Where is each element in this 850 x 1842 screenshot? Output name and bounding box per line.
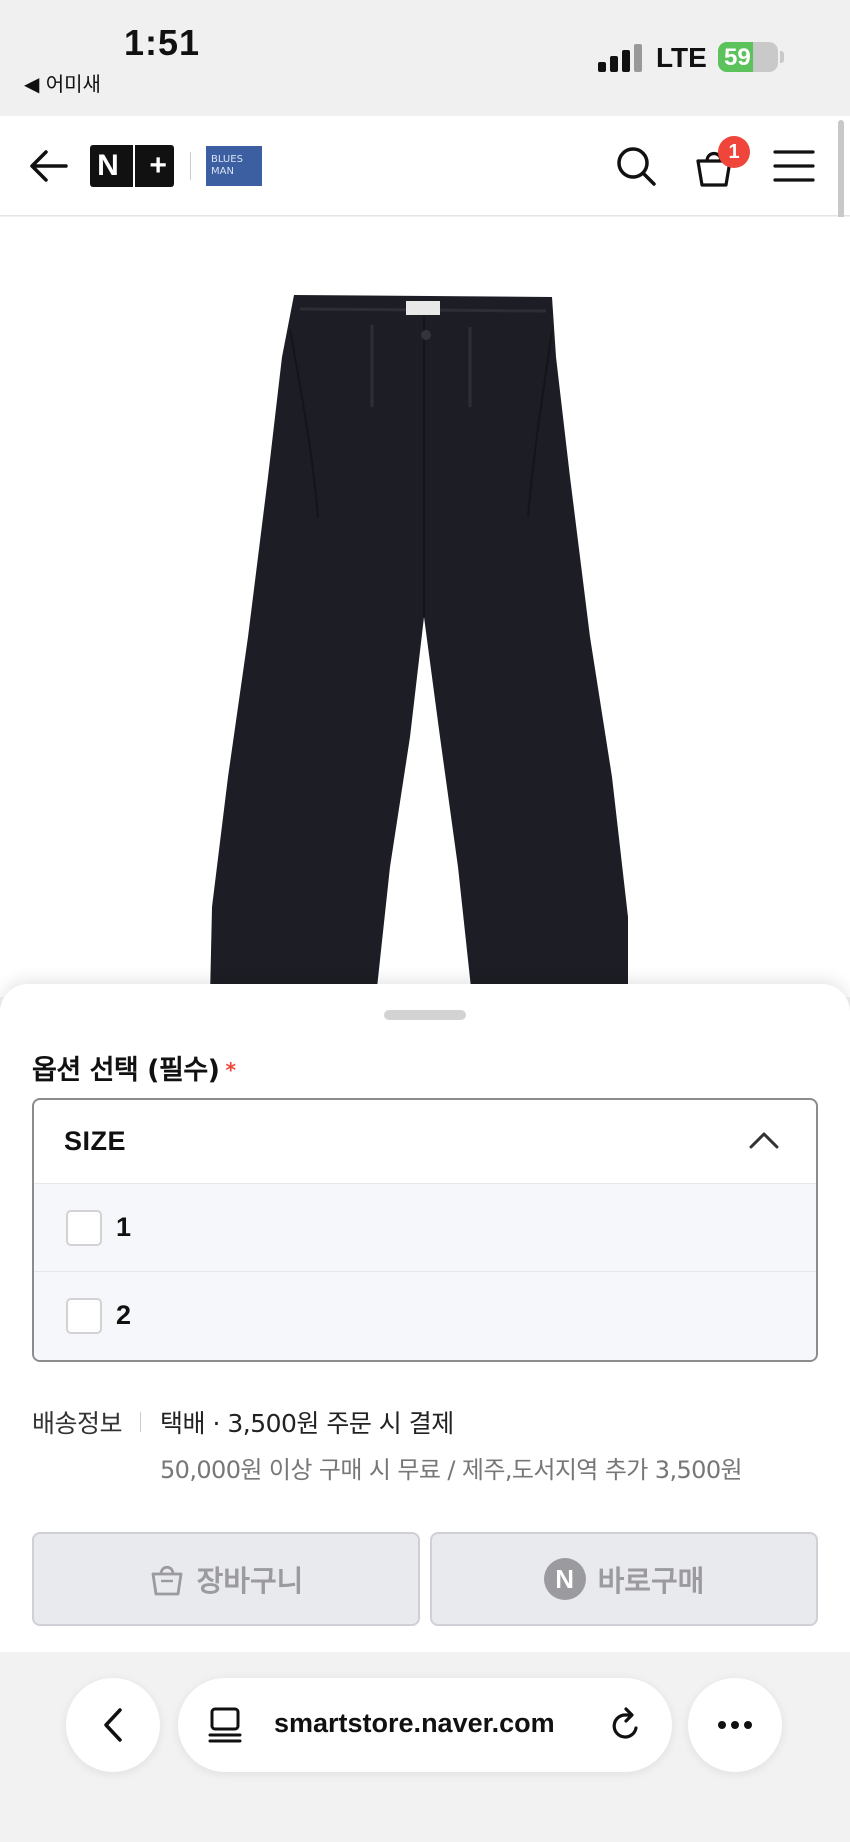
battery-tip: [780, 51, 784, 63]
size-select: SIZE 1 2: [32, 1098, 818, 1362]
back-to-app-link[interactable]: ◀ 어미새: [24, 68, 101, 97]
browser-back-button[interactable]: [66, 1678, 160, 1772]
shipping-main-info: 택배 · 3,500원 주문 시 결제: [160, 1409, 454, 1438]
shipping-divider: [140, 1412, 141, 1432]
buy-now-button[interactable]: N 바로구매: [430, 1532, 818, 1626]
shipping-sub-info: 50,000원 이상 구매 시 무료 / 제주,도서지역 추가 3,500원: [160, 1456, 743, 1484]
signal-icon: [598, 44, 642, 72]
battery-icon: 59: [718, 42, 778, 72]
naver-plus-logo[interactable]: N +: [90, 145, 174, 187]
size-option-1-label: 1: [116, 1212, 132, 1242]
reload-icon[interactable]: [608, 1704, 644, 1744]
cart-count-badge: 1: [718, 136, 750, 168]
size-option-2[interactable]: 2: [34, 1272, 816, 1360]
chevron-up-icon: [749, 1132, 779, 1149]
add-to-cart-button[interactable]: 장바구니: [32, 1532, 420, 1626]
naver-pay-icon: N: [543, 1558, 586, 1600]
shopping-bag-icon: [151, 1565, 183, 1596]
network-type: LTE: [656, 42, 707, 73]
store-header: N + BLUES MAN 1: [0, 116, 850, 216]
option-section-title: 옵션 선택 (필수) *: [32, 1048, 236, 1087]
sheet-grabber[interactable]: [384, 1010, 466, 1020]
search-icon[interactable]: [612, 142, 660, 190]
brand-divider: [190, 152, 191, 180]
battery-percent: 59: [724, 44, 751, 71]
size-select-label: SIZE: [64, 1126, 127, 1156]
buy-now-label: 바로구매: [597, 1564, 705, 1598]
size-select-header[interactable]: SIZE: [34, 1100, 816, 1184]
brand-logo[interactable]: BLUES MAN: [206, 146, 262, 186]
menu-icon[interactable]: [770, 142, 818, 190]
size-option-1-checkbox[interactable]: [66, 1210, 102, 1246]
nplus-n: N: [97, 149, 119, 182]
add-to-cart-label: 장바구니: [196, 1564, 304, 1598]
required-mark: *: [225, 1058, 236, 1082]
shipping-label: 배송정보: [32, 1409, 123, 1438]
chevron-left-icon: [104, 1708, 122, 1742]
url-text: smartstore.naver.com: [274, 1708, 555, 1738]
pants-illustration: [210, 295, 628, 997]
status-time: 1:51: [124, 22, 201, 63]
size-option-1[interactable]: 1: [34, 1184, 816, 1272]
size-option-2-label: 2: [116, 1300, 132, 1330]
nplus-plus: +: [149, 149, 167, 182]
ellipsis-icon: [718, 1721, 752, 1729]
browser-toolbar: smartstore.naver.com: [0, 1652, 850, 1842]
status-bar: 1:51 ◀ 어미새 LTE 59: [0, 0, 850, 116]
page-menu-icon[interactable]: [208, 1706, 242, 1744]
product-image[interactable]: [0, 217, 850, 997]
option-title-text: 옵션 선택 (필수): [32, 1055, 220, 1086]
address-bar[interactable]: smartstore.naver.com: [178, 1678, 672, 1772]
more-options-button[interactable]: [688, 1678, 782, 1772]
size-option-2-checkbox[interactable]: [66, 1298, 102, 1334]
back-arrow-icon[interactable]: [24, 142, 72, 190]
